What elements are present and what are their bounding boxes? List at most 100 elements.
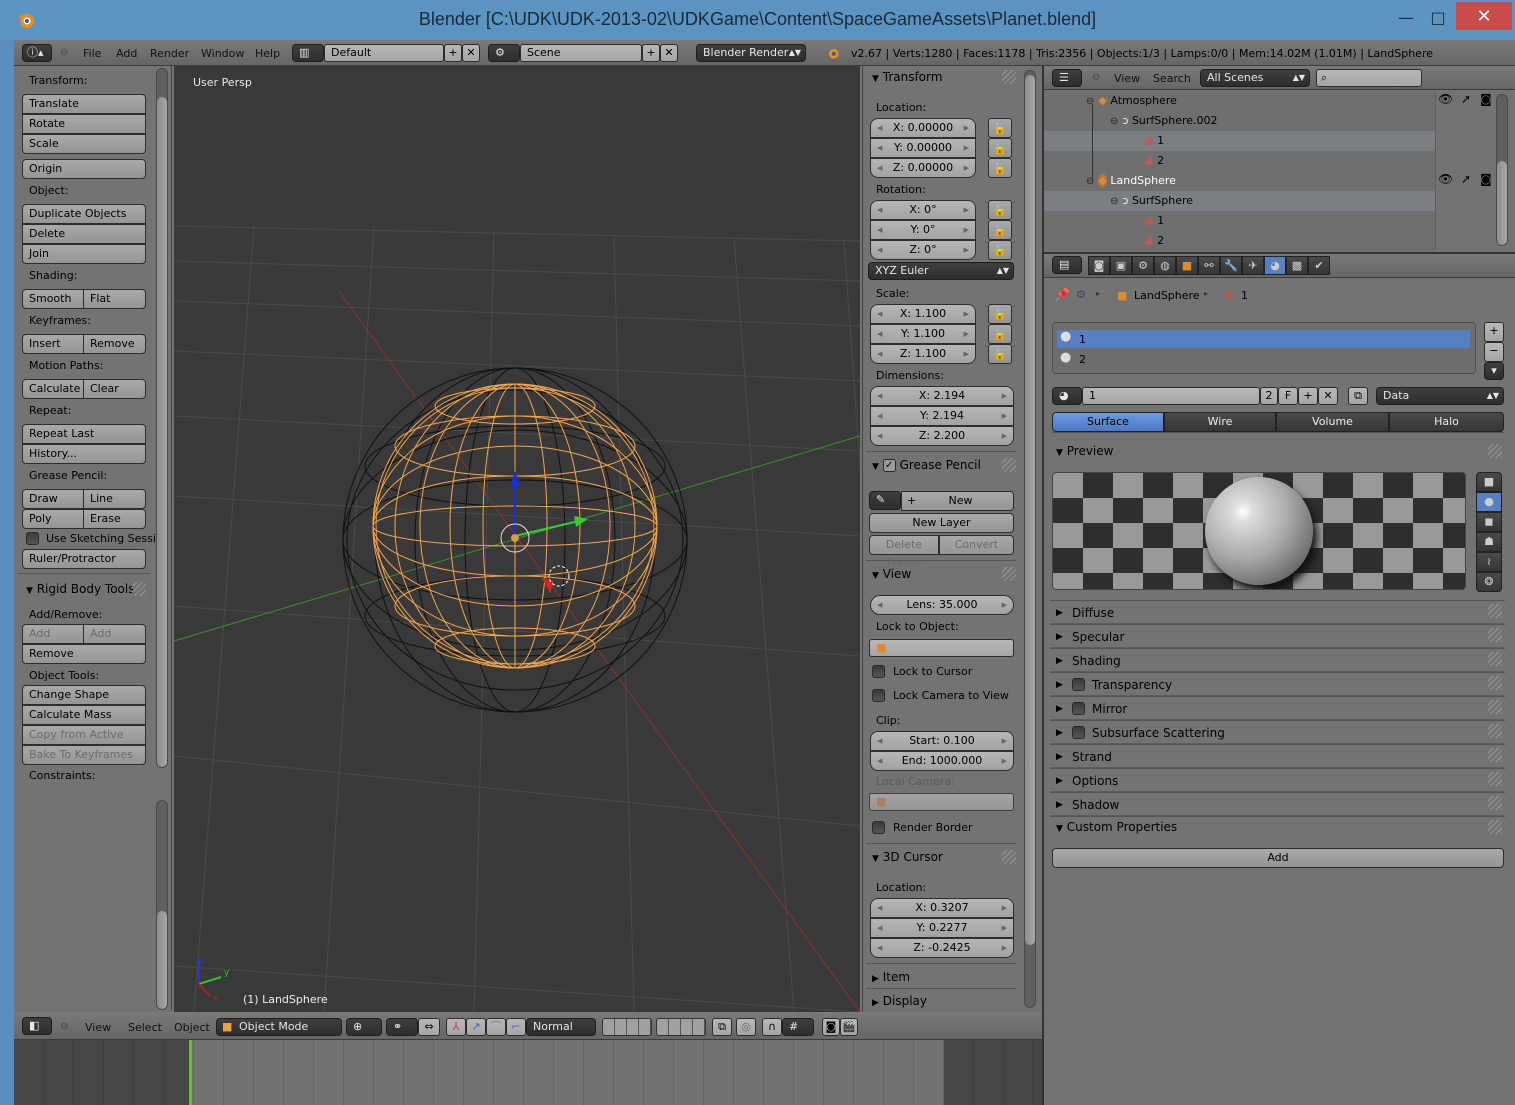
insert-keyframe-button[interactable]: Insert (22, 334, 84, 354)
gp-delete-frame-button[interactable]: Delete Frame (869, 535, 939, 569)
dimensions-y-field[interactable]: ◀ Y: 2.194 ▶ (870, 406, 1014, 426)
outliner-row[interactable]: ◕ 1 (1044, 211, 1436, 231)
editor-type-outliner-button[interactable]: ☰ (1052, 69, 1082, 87)
translate-button[interactable]: Translate (22, 94, 146, 114)
viewport-shading-dropdown[interactable]: ⊕ (346, 1018, 382, 1036)
object-data-tab-icon[interactable]: ✈ (1242, 256, 1264, 275)
gp-new-layer-button[interactable]: New Layer (869, 513, 1014, 533)
preview-panel-header[interactable]: ▼ Preview (1056, 440, 1113, 462)
panel-diffuse[interactable]: ▶ Diffuse (1050, 600, 1505, 624)
dimensions-x-field[interactable]: ◀ X: 2.194 ▶ (870, 386, 1014, 406)
constraints-tab-icon[interactable]: ⚯ (1198, 256, 1220, 275)
dimensions-z-field[interactable]: ◀ Z: 2.200 ▶ (870, 426, 1014, 446)
preview-sphere-sky-icon[interactable]: ❂ (1476, 572, 1502, 592)
add-material-slot-button[interactable]: + (1484, 322, 1504, 342)
ruler-protractor-button[interactable]: Ruler/Protractor (22, 549, 146, 569)
preview-flat-icon[interactable]: ■ (1476, 472, 1502, 492)
outliner-menu-view[interactable]: View (1114, 72, 1140, 85)
3d-cursor-panel-header[interactable]: ▼ 3D Cursor (872, 846, 943, 868)
preview-cube-icon[interactable]: ◼ (1476, 512, 1502, 532)
outliner-row[interactable]: ⊖ ↄ SurfSphere.002 (1044, 111, 1436, 131)
expand-toggle-icon[interactable]: ⊖ (1110, 196, 1118, 207)
panel-grip-icon[interactable] (1488, 772, 1502, 786)
collapse-menu-icon[interactable]: ⊖ (60, 47, 68, 58)
transform-panel-header[interactable]: ▼ Transform (872, 66, 942, 88)
menu-file[interactable]: File (83, 47, 101, 60)
outliner-row[interactable]: ⊖ ↄ SurfSphere (1044, 191, 1436, 211)
panel-enable-checkbox[interactable] (1072, 726, 1085, 739)
manipulate-center-button[interactable]: ⇔ (418, 1018, 440, 1036)
render-opengl-image-icon[interactable]: ◙ (822, 1018, 840, 1036)
render-layers-tab-icon[interactable]: ▣ (1110, 256, 1132, 275)
rigid-body-tools-header[interactable]: ▼ Rigid Body Tools (26, 578, 134, 600)
unlink-material-button[interactable]: ✕ (1318, 387, 1338, 405)
screen-layout-field[interactable]: Default (324, 44, 444, 62)
cursor-location-y-field[interactable]: ◀ Y: 0.2277 ▶ (870, 918, 1014, 938)
lock-to-cursor-checkbox[interactable] (872, 664, 885, 678)
expand-toggle-icon[interactable]: ⊖ (1086, 176, 1094, 187)
cursor-location-z-field[interactable]: ◀ Z: -0.2425 ▶ (870, 938, 1014, 958)
delete-button[interactable]: Delete (22, 224, 146, 244)
material-type-tab-volume[interactable]: Volume (1276, 412, 1389, 432)
material-specials-button[interactable]: ▾ (1484, 362, 1504, 380)
expand-toggle-icon[interactable]: ⊖ (1110, 116, 1118, 127)
outliner-display-mode-dropdown[interactable]: All Scenes ▲▼ (1200, 69, 1310, 87)
editor-type-info-button[interactable]: ⓘ▴ (22, 44, 52, 62)
editor-type-3dview-button[interactable]: ◧ (22, 1017, 52, 1035)
menu-add[interactable]: Add (116, 47, 137, 60)
remove-material-slot-button[interactable]: − (1484, 342, 1504, 362)
rotation-mode-dropdown[interactable]: XYZ Euler ▲▼ (868, 262, 1014, 280)
gp-erase-button[interactable]: Erase (83, 509, 146, 529)
mode-dropdown[interactable]: ■ Object Mode (216, 1018, 342, 1036)
manipulator-toggle-icon[interactable]: ⅄ (446, 1018, 466, 1036)
clear-paths-button[interactable]: Clear (83, 379, 146, 399)
location-z-lock-icon[interactable]: 🔓 (988, 158, 1012, 178)
add-scene-button[interactable]: + (642, 44, 660, 62)
add-passive-button[interactable]: Add Passiv (83, 624, 146, 658)
preview-hair-icon[interactable]: ≀ (1476, 552, 1502, 572)
physics-tab-icon[interactable]: ✔ (1308, 256, 1330, 275)
rotation-x-field[interactable]: ◀ X: 0° ▶ (870, 200, 976, 220)
rotate-button[interactable]: Rotate (22, 114, 146, 134)
translate-manipulator-icon[interactable]: ↗ (466, 1018, 486, 1036)
outliner-row[interactable]: ◕ 1 (1044, 131, 1436, 151)
render-opengl-animation-icon[interactable]: 🎬 (840, 1018, 858, 1036)
panel-grip-icon[interactable] (1488, 604, 1502, 618)
material-type-tab-halo[interactable]: Halo (1389, 412, 1504, 432)
scale-z-lock-icon[interactable]: 🔓 (988, 344, 1012, 364)
maximize-button[interactable]: □ (1418, 4, 1458, 30)
panel-shading[interactable]: ▶ Shading (1050, 648, 1505, 672)
panel-enable-checkbox[interactable] (1072, 678, 1085, 691)
breadcrumb-material[interactable]: 1 (1241, 289, 1248, 302)
panel-grip-icon[interactable] (1488, 628, 1502, 642)
browse-material-button[interactable]: ◕ (1052, 387, 1082, 405)
outliner-row[interactable]: ◕ 2 (1044, 151, 1436, 171)
add-active-button[interactable]: Add Active (22, 624, 84, 658)
tool-shelf-scrollbar[interactable] (156, 68, 168, 768)
outliner-row[interactable]: ⊖ ◆ LandSphere (1044, 171, 1436, 191)
menu-select[interactable]: Select (128, 1021, 162, 1034)
calculate-mass-button[interactable]: Calculate Mass (22, 705, 146, 725)
gp-convert-button[interactable]: Convert (939, 535, 1014, 555)
clip-end-field[interactable]: ◀ End: 1000.000 ▶ (870, 751, 1014, 771)
remove-screen-button[interactable]: ✕ (462, 44, 480, 62)
cursor-location-x-field[interactable]: ◀ X: 0.3207 ▶ (870, 898, 1014, 918)
scale-y-lock-icon[interactable]: 🔓 (988, 324, 1012, 344)
gp-line-button[interactable]: Line (83, 489, 146, 509)
new-material-button[interactable]: + (1298, 387, 1318, 405)
screen-layout-icon[interactable]: ▥ (292, 44, 324, 62)
collapse-menu-icon[interactable]: ⊖ (60, 1021, 68, 1032)
panel-strand[interactable]: ▶ Strand (1050, 744, 1505, 768)
material-slot-selected[interactable] (1057, 330, 1470, 348)
join-button[interactable]: Join (22, 244, 146, 264)
item-panel-header[interactable]: ▶ Item (872, 966, 910, 988)
scene-tab-icon[interactable]: ⚙ (1132, 256, 1154, 275)
panel-specular[interactable]: ▶ Specular (1050, 624, 1505, 648)
remove-keyframe-button[interactable]: Remove (83, 334, 146, 354)
scale-x-field[interactable]: ◀ X: 1.100 ▶ (870, 304, 976, 324)
tool-shelf-scrollbar-lower[interactable] (156, 800, 168, 1010)
panel-mirror[interactable]: ▶ Mirror (1050, 696, 1505, 720)
landsphere-visibility-eye-icon[interactable]: 👁 (1438, 172, 1453, 186)
panel-grip-icon[interactable] (1002, 850, 1016, 864)
gp-poly-button[interactable]: Poly (22, 509, 84, 529)
